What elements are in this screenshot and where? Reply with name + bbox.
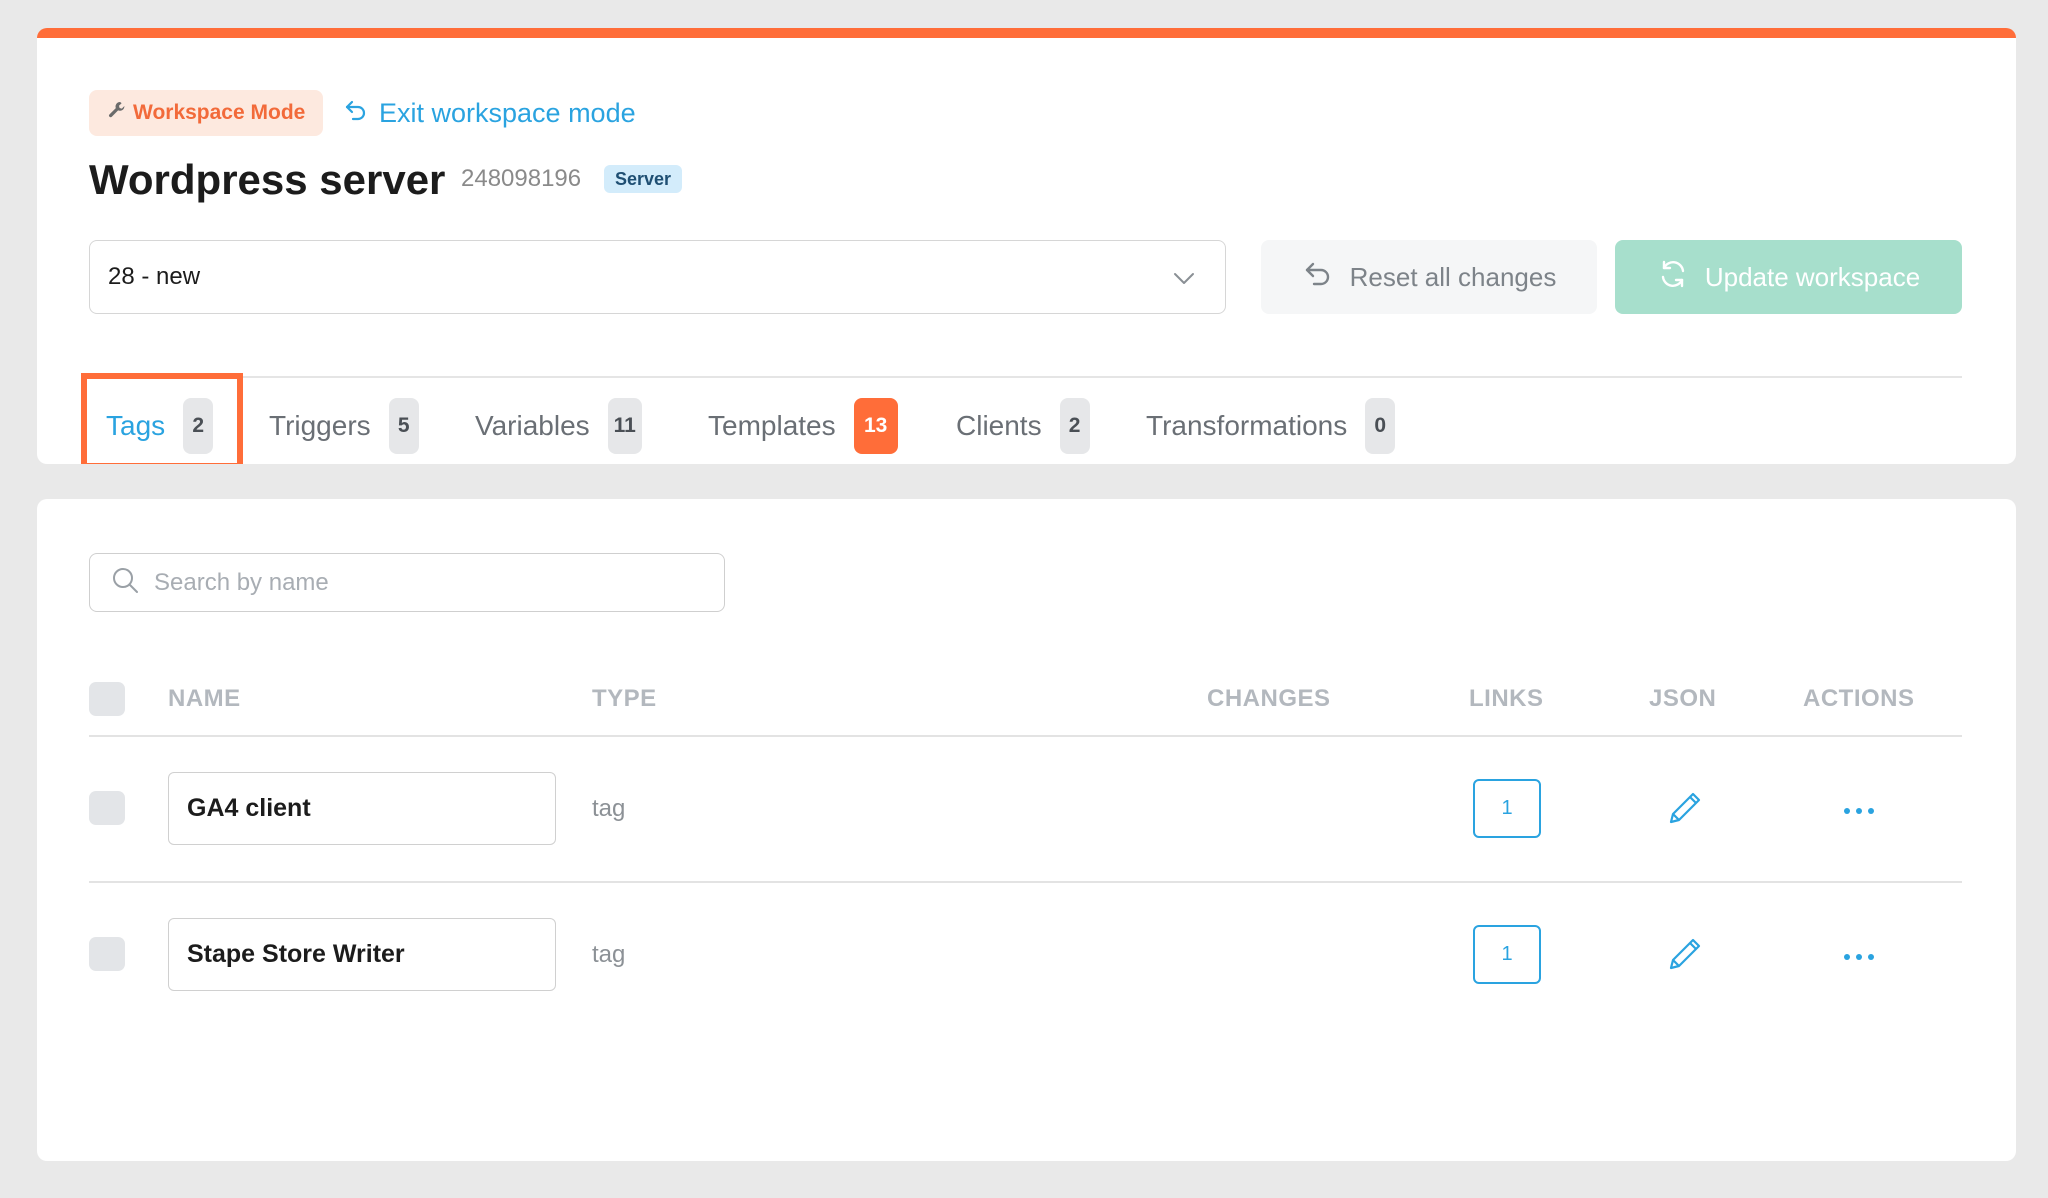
- tab-variables[interactable]: Variables 11: [475, 396, 642, 456]
- exit-workspace-link[interactable]: Exit workspace mode: [343, 90, 636, 136]
- reset-all-changes-label: Reset all changes: [1349, 261, 1557, 292]
- column-header-actions: ACTIONS: [1803, 685, 1915, 712]
- workspace-mode-label: Workspace Mode: [133, 101, 306, 124]
- tab-count: 13: [853, 398, 898, 454]
- more-horizontal-icon[interactable]: [1842, 803, 1876, 814]
- update-workspace-label: Update workspace: [1704, 261, 1921, 292]
- pencil-icon[interactable]: [1665, 934, 1705, 974]
- tab-label: Triggers: [269, 410, 371, 441]
- links-count-button[interactable]: 1: [1473, 779, 1541, 838]
- workspace-mode-badge: Workspace Mode: [89, 90, 324, 136]
- select-all-checkbox[interactable]: [89, 682, 125, 716]
- server-type-badge: Server: [604, 165, 683, 193]
- search-box: [89, 553, 725, 612]
- page-title: Wordpress server: [89, 156, 446, 203]
- column-header-json: JSON: [1649, 685, 1717, 712]
- tag-name-field[interactable]: GA4 client: [168, 772, 556, 845]
- more-horizontal-icon[interactable]: [1842, 949, 1876, 960]
- tab-count: 2: [1059, 398, 1090, 454]
- update-workspace-button[interactable]: Update workspace: [1615, 240, 1962, 314]
- column-header-type[interactable]: TYPE: [592, 685, 657, 713]
- tab-triggers[interactable]: Triggers 5: [269, 396, 419, 456]
- workspace-select-value: 28 - new: [108, 263, 201, 290]
- refresh-icon: [1657, 258, 1689, 297]
- wrench-icon: [107, 100, 127, 126]
- exit-workspace-label: Exit workspace mode: [379, 97, 636, 128]
- reset-all-changes-button[interactable]: Reset all changes: [1261, 240, 1597, 314]
- tags-list-card: NAME TYPE CHANGES LINKS JSON ACTIONS GA4…: [37, 499, 2016, 1161]
- undo-arrow-icon: [343, 97, 369, 130]
- search-icon: [110, 565, 140, 600]
- tab-templates[interactable]: Templates 13: [708, 396, 898, 456]
- tab-count: 0: [1365, 398, 1396, 454]
- links-count-button[interactable]: 1: [1473, 925, 1541, 984]
- active-tab-highlight: [81, 373, 243, 464]
- tab-label: Variables: [475, 410, 590, 441]
- divider: [89, 735, 1962, 737]
- tag-type: tag: [592, 795, 626, 822]
- server-id: 248098196: [461, 165, 582, 192]
- tab-label: Transformations: [1146, 410, 1348, 441]
- pencil-icon[interactable]: [1665, 788, 1705, 828]
- tag-name-field[interactable]: Stape Store Writer: [168, 918, 556, 991]
- tab-label: Clients: [956, 410, 1042, 441]
- chevron-down-icon: [1171, 265, 1197, 298]
- row-checkbox[interactable]: [89, 791, 125, 825]
- undo-arrow-icon: [1302, 258, 1334, 297]
- row-checkbox[interactable]: [89, 937, 125, 971]
- column-header-changes: CHANGES: [1207, 685, 1331, 712]
- tab-count: 5: [388, 398, 419, 454]
- column-header-name[interactable]: NAME: [168, 685, 241, 713]
- tab-label: Templates: [708, 410, 836, 441]
- tab-transformations[interactable]: Transformations 0: [1146, 396, 1396, 456]
- column-header-links: LINKS: [1469, 685, 1544, 712]
- tag-type: tag: [592, 941, 626, 968]
- tab-clients[interactable]: Clients 2: [956, 396, 1090, 456]
- divider: [89, 376, 1962, 378]
- search-input[interactable]: [154, 568, 694, 597]
- divider: [89, 881, 1962, 883]
- workspace-select[interactable]: 28 - new: [89, 240, 1226, 314]
- tab-count: 11: [607, 398, 642, 454]
- workspace-header-card: Workspace Mode Exit workspace mode Wordp…: [37, 28, 2016, 464]
